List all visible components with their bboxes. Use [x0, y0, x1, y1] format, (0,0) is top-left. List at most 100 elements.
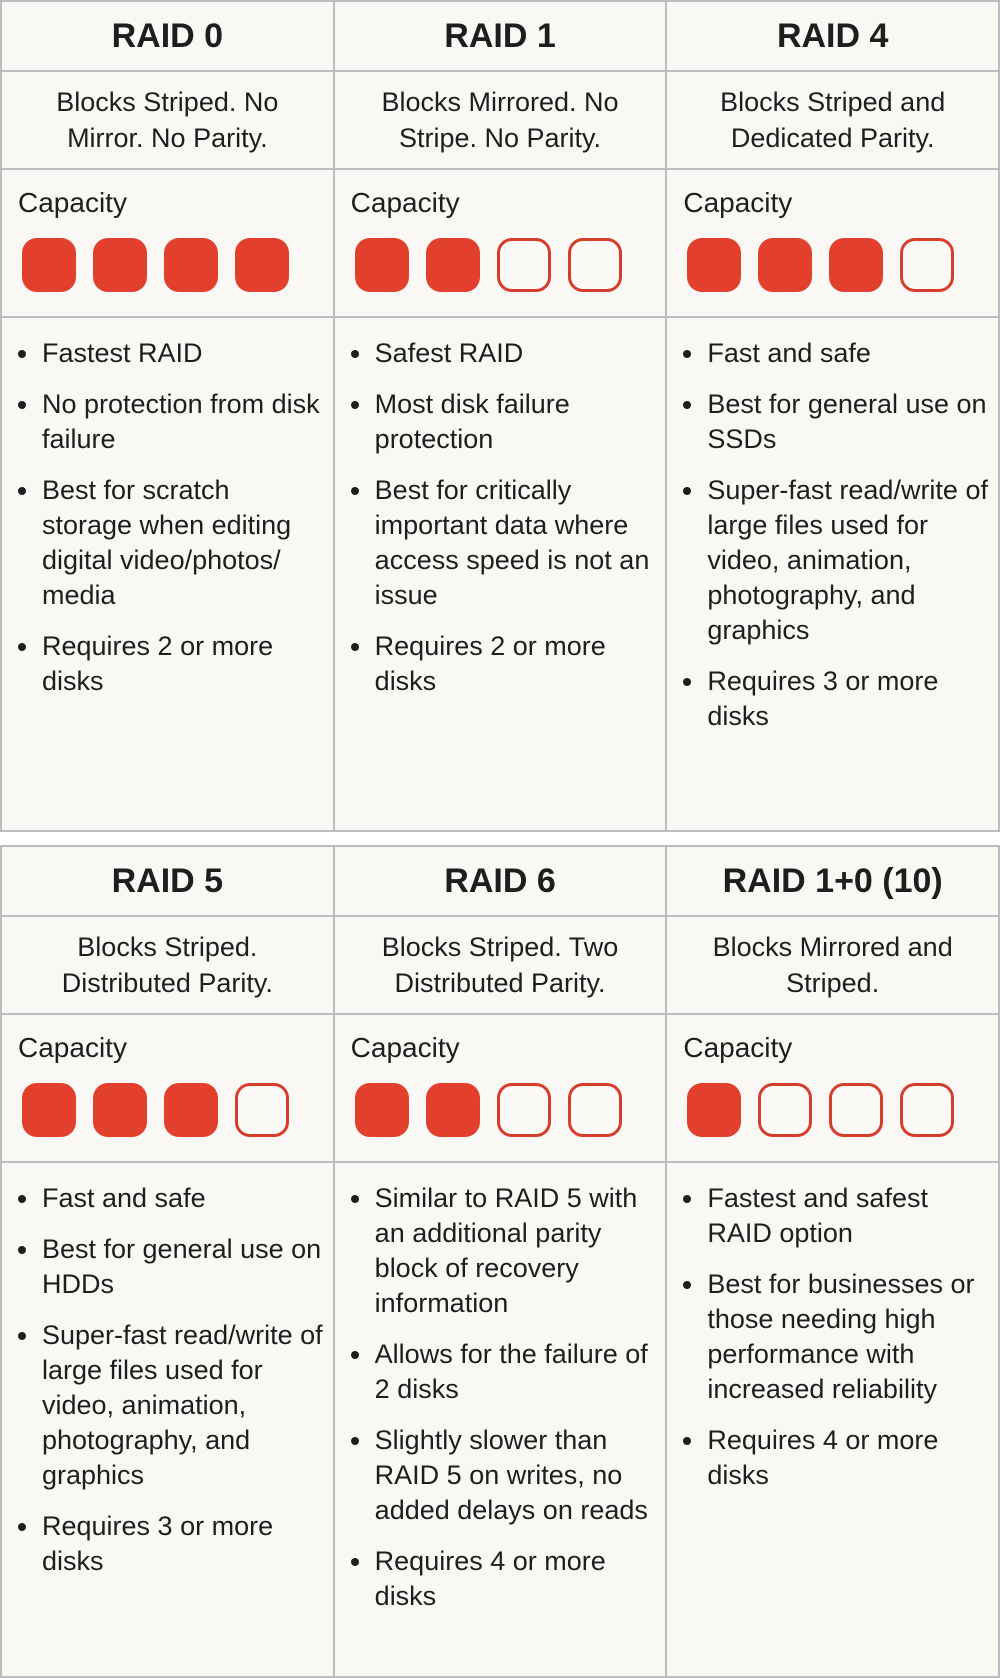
feature-text: Slightly slower than RAID 5 on writes, n… [374, 1425, 648, 1525]
disk-free-icon [567, 1083, 622, 1137]
feature-text: Fast and safe [707, 338, 871, 368]
feature-item: Requires 4 or more disks [335, 1544, 656, 1614]
disk-used-icon [164, 238, 218, 292]
raid-level-card: RAID 0 Blocks Striped. No Mirror. No Par… [0, 0, 335, 832]
disk-free-icon [758, 1083, 813, 1137]
disk-free-icon [496, 1083, 551, 1137]
capacity-disks [351, 238, 666, 292]
feature-text: Requires 2 or more disks [374, 631, 606, 696]
bullet-icon [18, 350, 26, 358]
feature-text: Most disk failure protection [374, 389, 570, 454]
feature-item: Best for general use on HDDs [2, 1232, 323, 1302]
disk-free-icon [900, 238, 955, 292]
bullet-icon [350, 1195, 359, 1203]
disk-used-icon [354, 1083, 409, 1137]
raid-level-title: RAID 1+0 (10) [667, 847, 999, 917]
feature-text: Best for general use on HDDs [42, 1234, 322, 1299]
capacity-label: Capacity [683, 187, 793, 218]
capacity-disks [18, 238, 333, 292]
feature-text: Allows for the failure of 2 disks [374, 1339, 648, 1404]
feature-text: Fastest RAID [42, 338, 203, 368]
feature-list: Similar to RAID 5 with an additional par… [335, 1163, 666, 1676]
bullet-icon [350, 350, 359, 358]
feature-item: Slightly slower than RAID 5 on writes, n… [335, 1423, 656, 1528]
capacity-label: Capacity [350, 1032, 460, 1063]
disk-used-icon [425, 238, 480, 292]
feature-item: Requires 2 or more disks [2, 629, 323, 699]
feature-item: Fast and safe [667, 336, 988, 371]
raid-level-description: Blocks Mirrored. No Stripe. No Parity. [334, 72, 666, 170]
feature-text: Fastest and safest RAID option [707, 1183, 928, 1248]
feature-item: Similar to RAID 5 with an additional par… [335, 1181, 656, 1321]
feature-item: Best for critically important data where… [335, 473, 656, 613]
bullet-icon [683, 487, 692, 495]
disk-used-icon [93, 1083, 147, 1137]
capacity-disks [351, 1083, 666, 1137]
feature-text: Similar to RAID 5 with an additional par… [374, 1183, 638, 1318]
feature-item: Most disk failure protection [335, 387, 656, 457]
disk-free-icon [567, 238, 622, 292]
bullet-icon [18, 487, 26, 495]
disk-used-icon [22, 1083, 76, 1137]
capacity-section: Capacity [334, 170, 666, 318]
raid-level-title: RAID 4 [667, 2, 999, 72]
bullet-icon [18, 1195, 26, 1203]
disk-used-icon [164, 1083, 218, 1137]
bullet-icon [18, 401, 26, 409]
bullet-icon [18, 1332, 26, 1340]
raid-table-bottom: RAID 5 Blocks Striped. Distributed Parit… [0, 845, 1000, 1678]
feature-text: Requires 3 or more disks [42, 1511, 274, 1576]
feature-text: Best for general use on SSDs [707, 389, 987, 454]
raid-level-description: Blocks Striped. Distributed Parity. [2, 917, 333, 1015]
feature-text: Best for critically important data where… [374, 475, 650, 610]
raid-level-title: RAID 6 [334, 847, 666, 917]
feature-item: Safest RAID [335, 336, 656, 371]
feature-text: No protection from disk failure [42, 389, 320, 454]
bullet-icon [18, 1523, 26, 1531]
bullet-icon [18, 643, 26, 651]
feature-item: Best for scratch storage when editing di… [2, 473, 323, 613]
feature-text: Requires 4 or more disks [374, 1546, 606, 1611]
capacity-label: Capacity [350, 187, 460, 218]
disk-used-icon [687, 238, 742, 292]
capacity-disks [683, 238, 998, 292]
bullet-icon [350, 487, 359, 495]
capacity-label: Capacity [18, 187, 127, 218]
disk-free-icon [829, 1083, 884, 1137]
feature-item: Requires 4 or more disks [667, 1423, 988, 1493]
feature-list: Fastest and safest RAID option Best for b… [667, 1163, 998, 1676]
capacity-section: Capacity [2, 1015, 333, 1163]
feature-list: Fastest RAID No protection from disk fail… [2, 318, 333, 830]
feature-item: Super-fast read/write of large files use… [2, 1318, 323, 1493]
raid-level-description: Blocks Striped. No Mirror. No Parity. [2, 72, 333, 170]
disk-used-icon [829, 238, 884, 292]
raid-level-description: Blocks Striped. Two Distributed Parity. [334, 917, 666, 1015]
capacity-section: Capacity [334, 1015, 666, 1163]
feature-item: Best for businesses or those needing hig… [667, 1267, 988, 1407]
feature-text: Super-fast read/write of large files use… [42, 1320, 323, 1490]
capacity-disks [18, 1083, 333, 1137]
feature-text: Best for businesses or those needing hig… [707, 1269, 975, 1404]
raid-level-description: Blocks Mirrored and Striped. [667, 917, 999, 1015]
feature-text: Fast and safe [42, 1183, 206, 1213]
feature-text: Requires 2 or more disks [42, 631, 274, 696]
bullet-icon [683, 1437, 692, 1445]
bullet-icon [350, 1351, 359, 1359]
disk-free-icon [900, 1083, 955, 1137]
raid-level-card: RAID 1 Blocks Mirrored. No Stripe. No Pa… [332, 0, 668, 832]
disk-used-icon [22, 238, 76, 292]
disk-used-icon [425, 1083, 480, 1137]
bullet-icon [350, 1558, 359, 1566]
raid-level-card: RAID 4 Blocks Striped and Dedicated Pari… [665, 0, 1000, 832]
bullet-icon [350, 1437, 359, 1445]
disk-free-icon [235, 1083, 289, 1137]
feature-item: Best for general use on SSDs [667, 387, 988, 457]
feature-item: Allows for the failure of 2 disks [335, 1337, 656, 1407]
capacity-label: Capacity [18, 1032, 127, 1063]
raid-level-card: RAID 6 Blocks Striped. Two Distributed P… [332, 845, 668, 1678]
feature-text: Safest RAID [374, 338, 524, 368]
capacity-section: Capacity [667, 170, 999, 318]
feature-list: Fast and safe Best for general use on HDD… [2, 1163, 333, 1676]
raid-table-top: RAID 0 Blocks Striped. No Mirror. No Par… [0, 0, 1000, 832]
feature-item: Fastest and safest RAID option [667, 1181, 988, 1251]
